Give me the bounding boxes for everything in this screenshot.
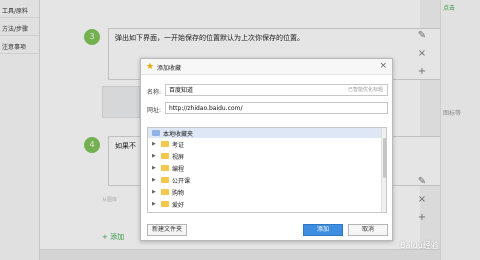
name-tip: 已智能优化标题 [347, 87, 383, 93]
folder-icon [161, 141, 169, 147]
expand-arrow-icon[interactable]: ▶ [152, 165, 156, 171]
url-input[interactable]: http://zhidao.baidu.com/ [165, 102, 388, 114]
cancel-button[interactable]: 取消 [348, 224, 388, 236]
expand-arrow-icon[interactable]: ▶ [152, 201, 156, 207]
expand-arrow-icon[interactable]: ▶ [152, 141, 156, 147]
star-icon: ★ [146, 62, 155, 72]
name-input[interactable]: 百度知道 已智能优化标题 [165, 84, 388, 96]
name-label: 名称: [147, 89, 162, 96]
folder-icon [161, 189, 169, 195]
tree-root-row[interactable]: 本地收藏夹 [148, 128, 386, 138]
folder-label: 公开课 [172, 178, 191, 185]
folder-icon [161, 153, 169, 159]
add-button[interactable]: 添加 [303, 224, 343, 236]
tree-scrollbar-thumb[interactable] [383, 138, 386, 178]
folder-label: 爱好 [172, 202, 185, 209]
folder-label: 购物 [172, 190, 185, 197]
name-value: 百度知道 [169, 87, 194, 94]
new-folder-button[interactable]: 新建文件夹 [147, 224, 187, 236]
tree-scrollbar[interactable] [381, 128, 386, 212]
dialog-title: 添加收藏 [157, 65, 182, 72]
dialog-close-icon[interactable]: × [379, 61, 387, 71]
folder-tree[interactable]: 本地收藏夹 ▶ 考证 ▶ 视屏 ▶ 编程 ▶ 公开课 ▶ 购物 ▶ 爱好 [147, 127, 387, 213]
folder-icon [161, 177, 169, 183]
folder-icon [161, 201, 169, 207]
folder-icon [161, 165, 169, 171]
url-value: http://zhidao.baidu.com/ [169, 105, 243, 112]
folder-label: 编程 [172, 166, 185, 173]
dialog-title-bar: ★ 添加收藏 × [141, 59, 392, 75]
tree-root-label: 本地收藏夹 [163, 131, 194, 138]
expand-arrow-icon[interactable]: ▶ [152, 153, 156, 159]
expand-arrow-icon[interactable]: ▶ [152, 189, 156, 195]
expand-arrow-icon[interactable]: ▶ [152, 177, 156, 183]
folder-label: 视屏 [172, 154, 185, 161]
baidu-jingyan-watermark: Baidu经验 [400, 241, 439, 250]
add-favorite-dialog: ★ 添加收藏 × 名称: 百度知道 已智能优化标题 网址: http://zhi… [140, 58, 393, 241]
url-label: 网址: [147, 107, 162, 114]
root-folder-icon [152, 130, 160, 136]
folder-label: 考证 [172, 142, 185, 149]
